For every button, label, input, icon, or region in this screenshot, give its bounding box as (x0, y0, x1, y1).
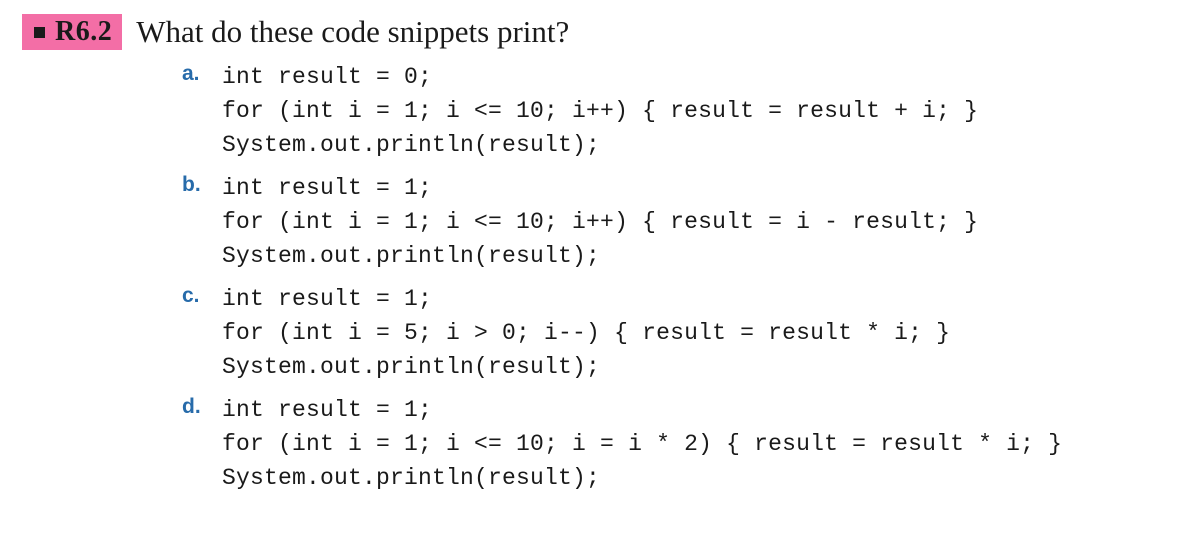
exercise-container: R6.2 What do these code snippets print? … (0, 0, 1200, 515)
list-item: d. int result = 1; for (int i = 1; i <= … (182, 393, 1170, 495)
exercise-number-badge: R6.2 (22, 14, 122, 50)
list-item: a. int result = 0; for (int i = 1; i <= … (182, 60, 1170, 162)
bullet-square-icon (34, 27, 45, 38)
snippet-list: a. int result = 0; for (int i = 1; i <= … (22, 60, 1170, 495)
code-snippet: int result = 1; for (int i = 1; i <= 10;… (222, 171, 978, 273)
exercise-heading: R6.2 What do these code snippets print? (22, 14, 1170, 50)
list-item: c. int result = 1; for (int i = 5; i > 0… (182, 282, 1170, 384)
list-item: b. int result = 1; for (int i = 1; i <= … (182, 171, 1170, 273)
exercise-question: What do these code snippets print? (136, 14, 569, 50)
code-snippet: int result = 0; for (int i = 1; i <= 10;… (222, 60, 978, 162)
exercise-number: R6.2 (55, 16, 112, 48)
item-label: a. (182, 60, 222, 86)
code-snippet: int result = 1; for (int i = 1; i <= 10;… (222, 393, 1062, 495)
item-label: d. (182, 393, 222, 419)
item-label: b. (182, 171, 222, 197)
code-snippet: int result = 1; for (int i = 5; i > 0; i… (222, 282, 950, 384)
item-label: c. (182, 282, 222, 308)
